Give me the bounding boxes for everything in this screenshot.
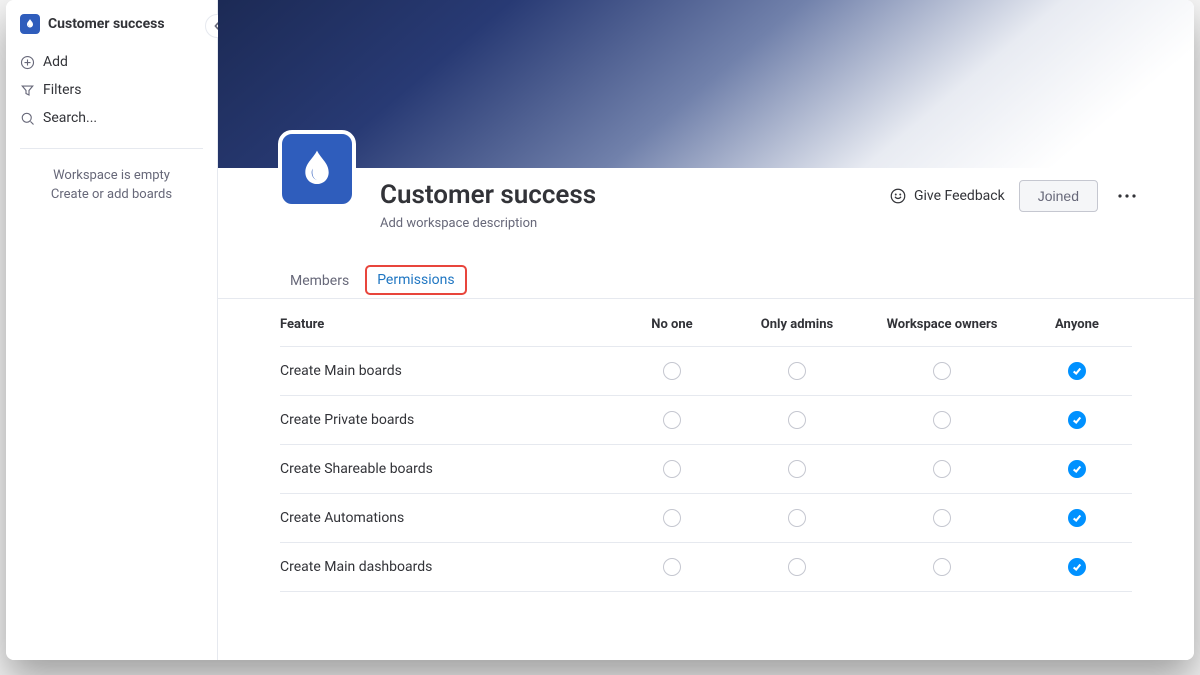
permission-radio-anyone[interactable] <box>1068 460 1086 478</box>
workspace-description[interactable]: Add workspace description <box>380 210 596 231</box>
radio-cell-no_one <box>612 460 732 478</box>
permission-radio-anyone[interactable] <box>1068 509 1086 527</box>
sidebar-add-label: Add <box>43 54 68 70</box>
permission-radio-workspace_owners[interactable] <box>933 411 951 429</box>
permission-radio-workspace_owners[interactable] <box>933 558 951 576</box>
permission-radio-only_admins[interactable] <box>788 460 806 478</box>
permission-radio-anyone[interactable] <box>1068 362 1086 380</box>
sidebar-empty-state: Workspace is empty Create or add boards <box>6 153 217 219</box>
divider <box>20 148 203 149</box>
give-feedback-button[interactable]: Give Feedback <box>889 187 1005 205</box>
workspace-titles: Customer success Add workspace descripti… <box>380 180 596 231</box>
feedback-icon <box>889 187 907 205</box>
joined-button[interactable]: Joined <box>1019 180 1098 212</box>
permission-radio-only_admins[interactable] <box>788 362 806 380</box>
permissions-row: Create Main dashboards <box>280 542 1132 592</box>
plus-circle-icon <box>20 55 35 70</box>
radio-cell-no_one <box>612 362 732 380</box>
flame-icon <box>297 149 337 189</box>
col-no-one: No one <box>612 317 732 332</box>
radio-cell-anyone <box>1022 362 1132 380</box>
sidebar-add-button[interactable]: Add <box>20 48 203 76</box>
permission-radio-only_admins[interactable] <box>788 411 806 429</box>
workspace-icon[interactable] <box>278 130 356 208</box>
radio-cell-workspace_owners <box>862 509 1022 527</box>
workspace-title[interactable]: Customer success <box>380 180 596 210</box>
permission-radio-workspace_owners[interactable] <box>933 509 951 527</box>
radio-cell-only_admins <box>732 411 862 429</box>
radio-cell-no_one <box>612 558 732 576</box>
permission-feature-label: Create Shareable boards <box>280 461 612 477</box>
tab-members[interactable]: Members <box>280 265 359 298</box>
sidebar-title: Customer success <box>48 16 165 32</box>
radio-cell-no_one <box>612 509 732 527</box>
sidebar-filters-button[interactable]: Filters <box>20 76 203 104</box>
permission-radio-only_admins[interactable] <box>788 509 806 527</box>
permission-radio-anyone[interactable] <box>1068 558 1086 576</box>
header-actions: Give Feedback Joined <box>889 180 1162 212</box>
workspace-tabs: Members Permissions <box>218 231 1194 299</box>
permission-feature-label: Create Private boards <box>280 412 612 428</box>
workspace-mini-icon <box>20 14 40 34</box>
dots-horizontal-icon <box>1118 194 1136 198</box>
permission-radio-no_one[interactable] <box>663 411 681 429</box>
permission-radio-no_one[interactable] <box>663 460 681 478</box>
permission-feature-label: Create Main dashboards <box>280 559 612 575</box>
feedback-label: Give Feedback <box>914 188 1005 204</box>
sidebar-search-button[interactable]: Search... <box>20 104 203 132</box>
sidebar-filters-label: Filters <box>43 82 82 98</box>
tab-permissions[interactable]: Permissions <box>365 265 466 295</box>
permission-radio-workspace_owners[interactable] <box>933 460 951 478</box>
col-only-admins: Only admins <box>732 317 862 332</box>
radio-cell-only_admins <box>732 509 862 527</box>
radio-cell-anyone <box>1022 558 1132 576</box>
app-frame: Customer success Add Filters Search... W… <box>6 0 1194 660</box>
sidebar-search-label: Search... <box>43 110 97 126</box>
permission-feature-label: Create Automations <box>280 510 612 526</box>
permissions-row: Create Automations <box>280 493 1132 542</box>
main-content: Customer success Add workspace descripti… <box>218 0 1194 660</box>
more-options-button[interactable] <box>1112 181 1142 211</box>
permission-feature-label: Create Main boards <box>280 363 612 379</box>
permission-radio-workspace_owners[interactable] <box>933 362 951 380</box>
permission-radio-no_one[interactable] <box>663 362 681 380</box>
radio-cell-workspace_owners <box>862 558 1022 576</box>
permissions-header-row: Feature No one Only admins Workspace own… <box>280 299 1132 346</box>
empty-line-2: Create or add boards <box>16 186 207 205</box>
workspace-header: Customer success Add workspace descripti… <box>218 168 1194 231</box>
radio-cell-only_admins <box>732 558 862 576</box>
col-anyone: Anyone <box>1022 317 1132 332</box>
header-row: Customer success Add workspace descripti… <box>250 168 1162 231</box>
search-icon <box>20 111 35 126</box>
permissions-row: Create Main boards <box>280 346 1132 395</box>
empty-line-1: Workspace is empty <box>16 167 207 186</box>
workspace-banner <box>218 0 1194 168</box>
permission-radio-only_admins[interactable] <box>788 558 806 576</box>
radio-cell-only_admins <box>732 362 862 380</box>
permission-radio-no_one[interactable] <box>663 558 681 576</box>
col-feature: Feature <box>280 317 612 332</box>
permission-radio-anyone[interactable] <box>1068 411 1086 429</box>
sidebar: Customer success Add Filters Search... W… <box>6 0 218 660</box>
radio-cell-workspace_owners <box>862 460 1022 478</box>
radio-cell-anyone <box>1022 460 1132 478</box>
sidebar-header: Customer success <box>6 10 217 44</box>
radio-cell-anyone <box>1022 411 1132 429</box>
permissions-row: Create Private boards <box>280 395 1132 444</box>
radio-cell-workspace_owners <box>862 362 1022 380</box>
permissions-row: Create Shareable boards <box>280 444 1132 493</box>
radio-cell-no_one <box>612 411 732 429</box>
radio-cell-anyone <box>1022 509 1132 527</box>
col-workspace-owners: Workspace owners <box>862 317 1022 332</box>
permissions-table: Feature No one Only admins Workspace own… <box>218 299 1194 592</box>
sidebar-actions: Add Filters Search... <box>6 44 217 144</box>
radio-cell-workspace_owners <box>862 411 1022 429</box>
radio-cell-only_admins <box>732 460 862 478</box>
filter-icon <box>20 83 35 98</box>
permission-radio-no_one[interactable] <box>663 509 681 527</box>
